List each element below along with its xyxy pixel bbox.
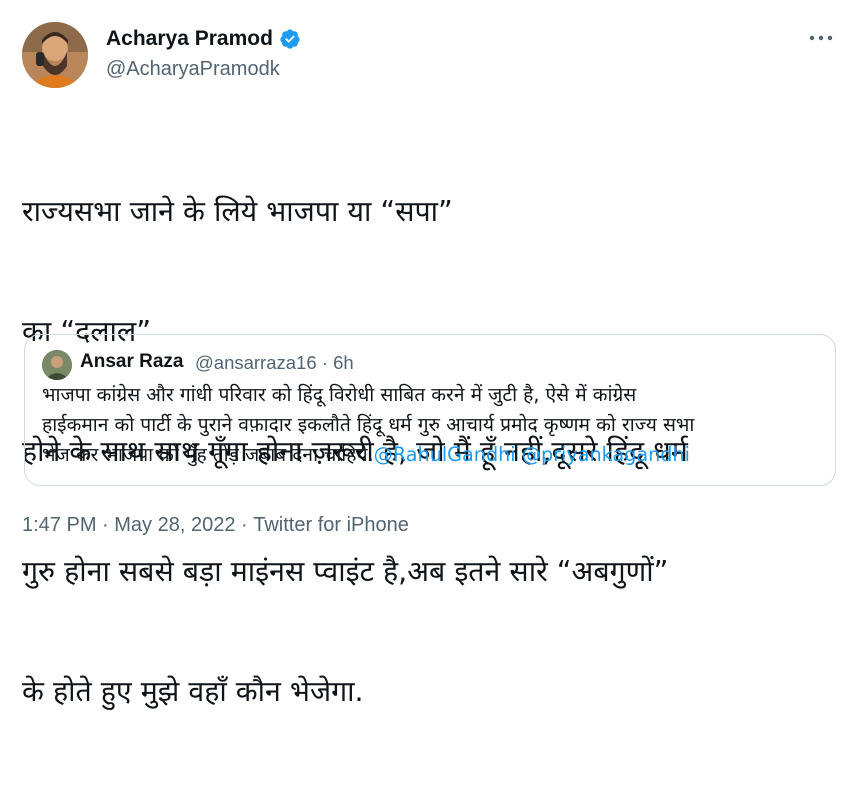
quoted-author-name[interactable]: Ansar Raza [80, 351, 184, 373]
tweet-card: Acharya Pramod @AcharyaPramodk राज्यसभा … [0, 0, 850, 708]
quoted-author-handle[interactable]: @ansarraza16 [195, 352, 317, 374]
tweet-text-line: राज्यसभा जाने के लिये भाजपा या “सपा” [22, 195, 453, 228]
person-avatar-icon [22, 22, 88, 88]
quoted-text-line: भाजपा कांग्रेस और गांधी परिवार को हिंदू … [42, 383, 637, 406]
tweet-text-line: गुरु होना सबसे बड़ा माइंनस प्वाइंट है,अब… [22, 555, 669, 588]
author-avatar[interactable] [22, 22, 88, 88]
tweet-footer: 1:47 PM · May 28, 2022 · Twitter for iPh… [22, 514, 409, 537]
tweet-source[interactable]: Twitter for iPhone [253, 514, 409, 537]
quoted-text-line: हाईकमान को पार्टी के पुराने वफ़ादार इकलौ… [42, 413, 695, 436]
quoted-text-line: भेज कर भाजपा को मुँह तोड़ जबाब देना चाहि… [42, 440, 827, 470]
quoted-tweet[interactable]: Ansar Raza @ansarraza16 · 6h भाजपा कांग्… [24, 334, 836, 486]
tweet-date[interactable]: May 28, 2022 [114, 514, 235, 537]
author-name[interactable]: Acharya Pramod [106, 27, 301, 51]
author-name-text[interactable]: Acharya Pramod [106, 27, 273, 51]
meta-separator: · [316, 352, 334, 373]
footer-separator: · [235, 514, 254, 536]
author-handle[interactable]: @AcharyaPramodk [106, 58, 280, 81]
person-avatar-icon [42, 350, 72, 380]
more-options-button[interactable] [806, 28, 836, 48]
tweet-text-line: के होते हुए मुझे वहाँ कौन भेजेगा. [22, 675, 364, 708]
tweet-time[interactable]: 1:47 PM [22, 514, 96, 537]
verified-badge-icon [279, 28, 301, 50]
quoted-tweet-time[interactable]: 6h [333, 352, 354, 374]
mention-link[interactable]: @priyankagandhi [522, 443, 690, 466]
quoted-author-avatar[interactable] [42, 350, 72, 380]
footer-separator: · [96, 514, 115, 536]
quoted-tweet-text: भाजपा कांग्रेस और गांधी परिवार को हिंदू … [42, 380, 827, 470]
mention-link[interactable]: @RahulGandhi [374, 443, 516, 466]
more-options-icon [809, 35, 833, 41]
quoted-text-line-part: भेज कर भाजपा को मुँह तोड़ जबाब देना चाहि… [42, 443, 374, 466]
quoted-author-meta: @ansarraza16 · 6h [195, 352, 354, 374]
